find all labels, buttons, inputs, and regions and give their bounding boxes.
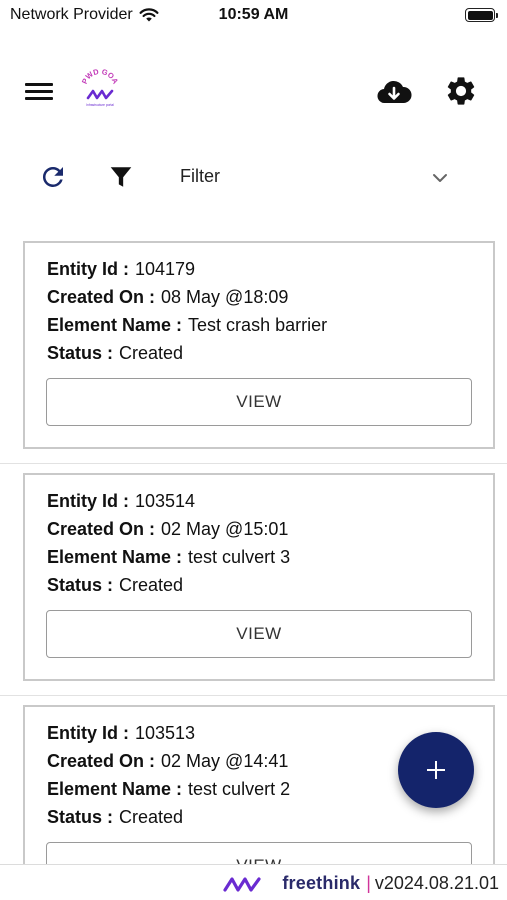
view-button[interactable]: VIEW: [46, 610, 472, 658]
status-row: Status : Created: [47, 575, 184, 595]
hamburger-icon: [25, 83, 53, 86]
entity-id-value: 103514: [135, 491, 196, 511]
add-button[interactable]: [398, 732, 474, 808]
funnel-icon: [110, 167, 132, 187]
chevron-down-icon: [433, 174, 447, 182]
status-row: Status : Created: [47, 807, 184, 827]
list-item: Entity Id :103514 Created On :02 May @15…: [0, 464, 507, 696]
status-row: Status : Created: [47, 343, 184, 363]
status-value: Created: [119, 807, 184, 827]
refresh-icon: [42, 166, 63, 187]
entity-id-value: 103513: [135, 723, 196, 743]
element-name-value: Test crash barrier: [188, 315, 328, 335]
logo-text: PWD GOA: [80, 68, 121, 86]
filter-dropdown[interactable]: Filter: [170, 156, 460, 196]
entity-id-row: Entity Id :103514: [47, 491, 196, 511]
gear-icon: [447, 77, 475, 105]
element-name-row: Element Name : test culvert 2: [47, 779, 291, 799]
footer-brand: freethink: [282, 873, 361, 893]
element-name-row: Element Name : test culvert 3: [47, 547, 291, 567]
entity-id-value: 104179: [135, 259, 196, 279]
app-version: v2024.08.21.01: [374, 873, 499, 893]
battery-icon: [465, 8, 498, 22]
app-logo: PWD GOA Infrastructure portal: [80, 68, 121, 107]
list-item: Entity Id :104179 Created On :08 May @18…: [0, 232, 507, 464]
created-on-value: 02 May @14:41: [161, 751, 289, 771]
sync-button[interactable]: [376, 76, 412, 108]
status-bar: Network Provider 10:59 AM: [0, 0, 507, 32]
created-on-row: Created On :02 May @15:01: [47, 519, 289, 539]
freethink-logo: [223, 876, 261, 892]
status-value: Created: [119, 343, 184, 363]
created-on-row: Created On :02 May @14:41: [47, 751, 289, 771]
element-name-value: test culvert 2: [188, 779, 291, 799]
clock: 10:59 AM: [218, 6, 289, 23]
cloud-download-icon: [377, 80, 412, 104]
created-on-row: Created On :08 May @18:09: [47, 287, 289, 307]
svg-text:PWD GOA: PWD GOA: [80, 68, 121, 86]
filter-label: Filter: [180, 166, 220, 186]
entity-card: Entity Id :103514 Created On :02 May @15…: [23, 473, 495, 681]
entity-id-row: Entity Id :104179: [47, 259, 196, 279]
app-header: PWD GOA Infrastructure portal: [0, 60, 507, 124]
menu-button[interactable]: [25, 80, 53, 104]
logo-subtext: Infrastructure portal: [86, 103, 114, 107]
entity-card: Entity Id :104179 Created On :08 May @18…: [23, 241, 495, 449]
element-name-row: Element Name : Test crash barrier: [47, 315, 328, 335]
footer-bar: freethink | v2024.08.21.01: [0, 864, 507, 900]
view-button[interactable]: VIEW: [46, 378, 472, 426]
status-value: Created: [119, 575, 184, 595]
footer-separator: |: [366, 873, 371, 893]
element-name-value: test culvert 3: [188, 547, 291, 567]
filter-bar: Filter: [0, 150, 507, 202]
settings-button[interactable]: [444, 74, 478, 108]
created-on-value: 08 May @18:09: [161, 287, 289, 307]
entity-id-row: Entity Id :103513: [47, 723, 196, 743]
refresh-button[interactable]: [38, 162, 68, 192]
footer-branding: freethink | v2024.08.21.01: [222, 873, 499, 894]
created-on-value: 02 May @15:01: [161, 519, 289, 539]
